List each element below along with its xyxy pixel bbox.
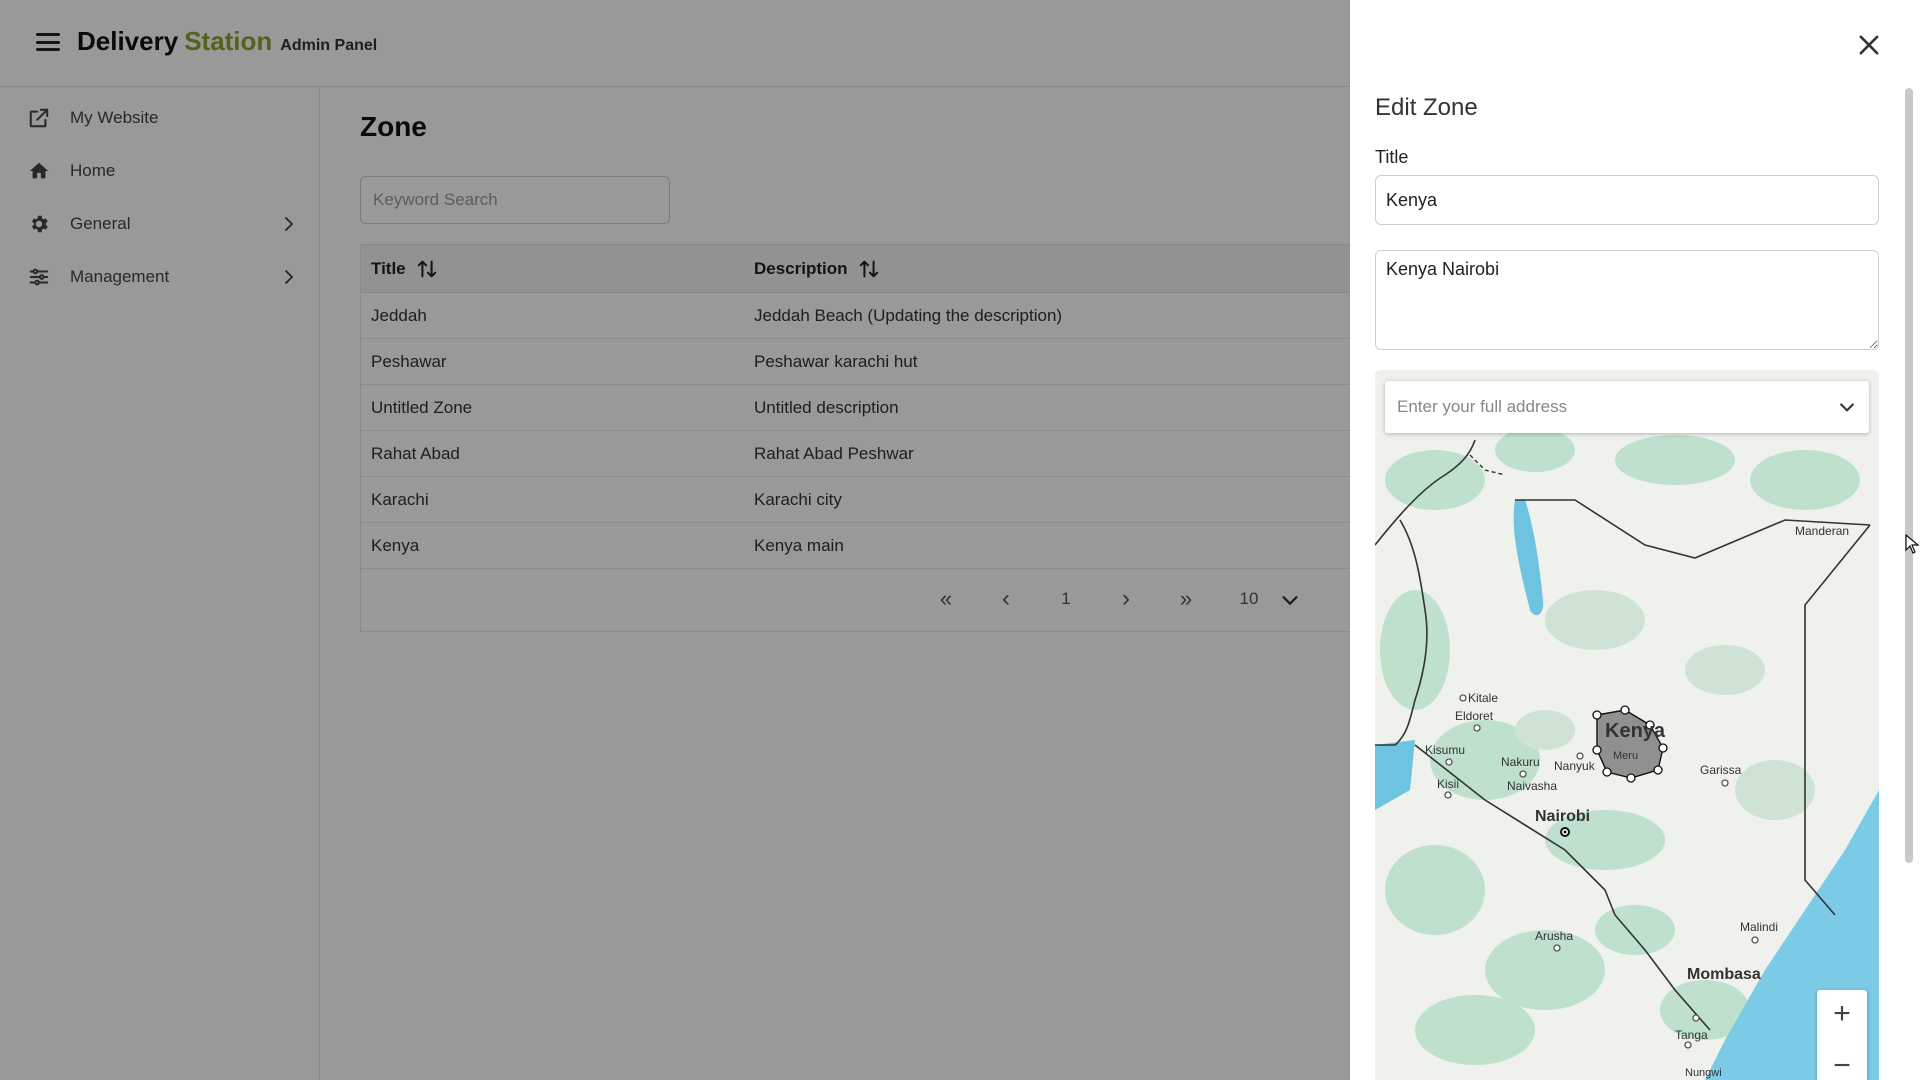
address-input[interactable] (1385, 381, 1825, 433)
map-label-kitale: Kitale (1468, 691, 1498, 705)
map-label-mombasa: Mombasa (1687, 966, 1761, 983)
drawer-title: Edit Zone (1375, 94, 1478, 121)
description-textarea[interactable]: Kenya Nairobi (1375, 250, 1879, 350)
map-label-nungwi: Nungwi (1685, 1067, 1722, 1079)
zoom-in-button[interactable]: + (1817, 990, 1867, 1038)
chevron-down-icon[interactable] (1837, 397, 1857, 417)
title-input[interactable] (1375, 175, 1879, 225)
map-label-garissa: Garissa (1700, 763, 1742, 777)
modal-backdrop[interactable] (0, 0, 1350, 1080)
map-label-nanyuki: Nanyuk (1554, 759, 1596, 773)
map-label-kisii: Kisii (1437, 777, 1459, 791)
map-zoom-controls: + − (1817, 990, 1867, 1080)
map-label-malindi: Malindi (1740, 920, 1778, 934)
zoom-out-button[interactable]: − (1817, 1042, 1867, 1080)
title-field-label: Title (1375, 147, 1409, 167)
map-label-meru: Meru (1613, 750, 1638, 762)
map-label-nakuru: Nakuru (1501, 755, 1540, 769)
map-canvas[interactable]: Kenya Meru Kitale Eldoret Kisumu Kisii N… (1375, 370, 1879, 1080)
map-label-tanga: Tanga (1675, 1028, 1708, 1042)
close-icon[interactable] (1855, 31, 1883, 59)
map-label-nairobi: Nairobi (1535, 808, 1590, 825)
zone-map[interactable]: Kenya Meru Kitale Eldoret Kisumu Kisii N… (1375, 370, 1879, 1080)
app-root: Delivery Station Admin Panel My Website Ho… (0, 0, 1920, 1080)
drawer-scrollbar[interactable] (1905, 88, 1913, 863)
map-label-naivasha: Naivasha (1507, 779, 1557, 793)
map-label-kenya: Kenya (1605, 720, 1666, 742)
map-label-mandera: Manderan (1795, 524, 1849, 538)
mouse-cursor-icon (1905, 534, 1919, 554)
map-label-arusha: Arusha (1535, 929, 1573, 943)
edit-zone-drawer: Edit Zone Title Kenya Nairobi (1350, 0, 1920, 1080)
map-label-eldoret: Eldoret (1455, 709, 1494, 723)
address-autocomplete[interactable] (1385, 381, 1869, 433)
map-label-kisumu: Kisumu (1425, 743, 1465, 757)
